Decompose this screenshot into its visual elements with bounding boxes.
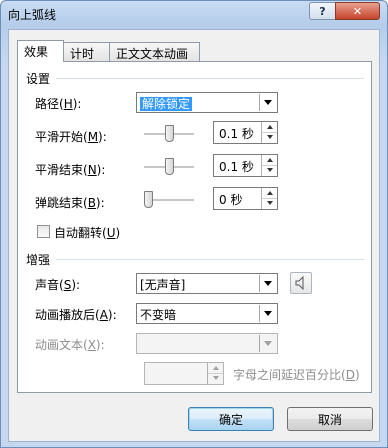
path-dropdown[interactable]: 解除锁定 <box>136 92 278 113</box>
arrow-up-icon <box>212 366 219 370</box>
spin-down-button[interactable] <box>262 198 277 208</box>
cancel-button[interactable]: 取消 <box>287 407 373 431</box>
tab-timing[interactable]: 计时 <box>63 42 110 61</box>
spin-down-button[interactable] <box>262 132 277 142</box>
sound-dropdown-arrow[interactable] <box>259 275 276 292</box>
after-animation-dropdown-arrow[interactable] <box>259 305 276 322</box>
spinner-buttons <box>261 188 277 209</box>
bounce-end-value: 0 秒 <box>219 193 243 207</box>
slider-thumb[interactable] <box>144 191 153 208</box>
letter-delay-spinner[interactable] <box>144 362 224 385</box>
path-dropdown-value: 解除锁定 <box>140 97 193 111</box>
arrow-up-icon <box>266 125 273 129</box>
chevron-down-icon <box>264 281 272 286</box>
tab-text-animation[interactable]: 正文文本动画 <box>109 42 200 61</box>
tab-effect[interactable]: 效果 <box>17 40 64 62</box>
arrow-down-icon <box>212 376 219 380</box>
close-icon: ✕ <box>352 4 363 18</box>
settings-group-title: 设置 <box>26 72 51 86</box>
arrow-up-icon <box>266 191 273 195</box>
window-title: 向上弧线 <box>8 8 57 22</box>
slider-thumb[interactable] <box>165 125 174 142</box>
slider-thumb[interactable] <box>165 158 174 175</box>
spin-down-button[interactable] <box>262 165 277 175</box>
settings-divider <box>56 78 364 79</box>
smooth-start-label: 平滑开始(M): <box>35 130 107 144</box>
chevron-down-icon <box>264 341 272 346</box>
enhancements-group-title: 增强 <box>26 253 51 267</box>
smooth-end-spinner[interactable]: 0.1 秒 <box>213 154 278 177</box>
help-button[interactable]: ? <box>309 2 336 20</box>
spinner-buttons <box>207 363 223 384</box>
after-animation-dropdown[interactable]: 不变暗 <box>136 303 278 324</box>
spin-down-button[interactable] <box>208 373 223 383</box>
animate-text-dropdown-arrow[interactable] <box>259 335 276 352</box>
spinner-buttons <box>261 155 277 176</box>
bounce-end-spinner[interactable]: 0 秒 <box>213 187 278 210</box>
smooth-end-slider[interactable] <box>144 157 194 177</box>
smooth-start-spinner[interactable]: 0.1 秒 <box>213 121 278 144</box>
after-animation-label: 动画播放后(A): <box>35 308 117 322</box>
help-icon: ? <box>319 4 326 18</box>
arrow-down-icon <box>266 201 273 205</box>
arrow-down-icon <box>266 135 273 139</box>
animate-text-label: 动画文本(X): <box>35 338 105 352</box>
title-bar: 向上弧线 ? ✕ <box>1 1 387 25</box>
animate-text-dropdown[interactable] <box>136 333 278 354</box>
enhancements-divider <box>56 259 364 260</box>
sound-dropdown[interactable]: [无声音] <box>136 273 278 294</box>
path-label: 路径(H): <box>35 97 82 111</box>
effect-panel: 设置 路径(H): 解除锁定 平滑开始(M): 0.1 秒 平滑结束(N): 0… <box>17 61 372 393</box>
bounce-end-slider[interactable] <box>144 190 194 210</box>
letter-delay-label: 字母之间延迟百分比(D) <box>233 368 360 382</box>
auto-reverse-label[interactable]: 自动翻转(U) <box>54 224 120 241</box>
sound-label: 声音(S): <box>35 278 81 292</box>
ok-button[interactable]: 确定 <box>188 407 274 431</box>
sound-dropdown-value: [无声音] <box>140 278 186 292</box>
bounce-end-label: 弹跳结束(B): <box>35 196 105 210</box>
smooth-end-value: 0.1 秒 <box>219 160 254 174</box>
chevron-down-icon <box>264 311 272 316</box>
smooth-start-value: 0.1 秒 <box>219 127 254 141</box>
dialog-window: 向上弧线 ? ✕ 效果 计时 正文文本动画 设置 路径(H): 解除锁定 平滑开… <box>0 0 388 448</box>
smooth-start-slider[interactable] <box>144 124 194 144</box>
after-animation-dropdown-value: 不变暗 <box>140 308 177 322</box>
arrow-down-icon <box>266 168 273 172</box>
speaker-icon <box>295 276 304 290</box>
dialog-client-area: 效果 计时 正文文本动画 设置 路径(H): 解除锁定 平滑开始(M): 0.1… <box>8 29 380 442</box>
sound-settings-button[interactable] <box>290 272 312 294</box>
path-dropdown-arrow[interactable] <box>259 94 276 111</box>
chevron-down-icon <box>264 100 272 105</box>
close-button[interactable]: ✕ <box>335 2 380 20</box>
arrow-up-icon <box>266 158 273 162</box>
auto-reverse-checkbox[interactable] <box>37 225 50 238</box>
spinner-buttons <box>261 122 277 143</box>
smooth-end-label: 平滑结束(N): <box>35 163 106 177</box>
